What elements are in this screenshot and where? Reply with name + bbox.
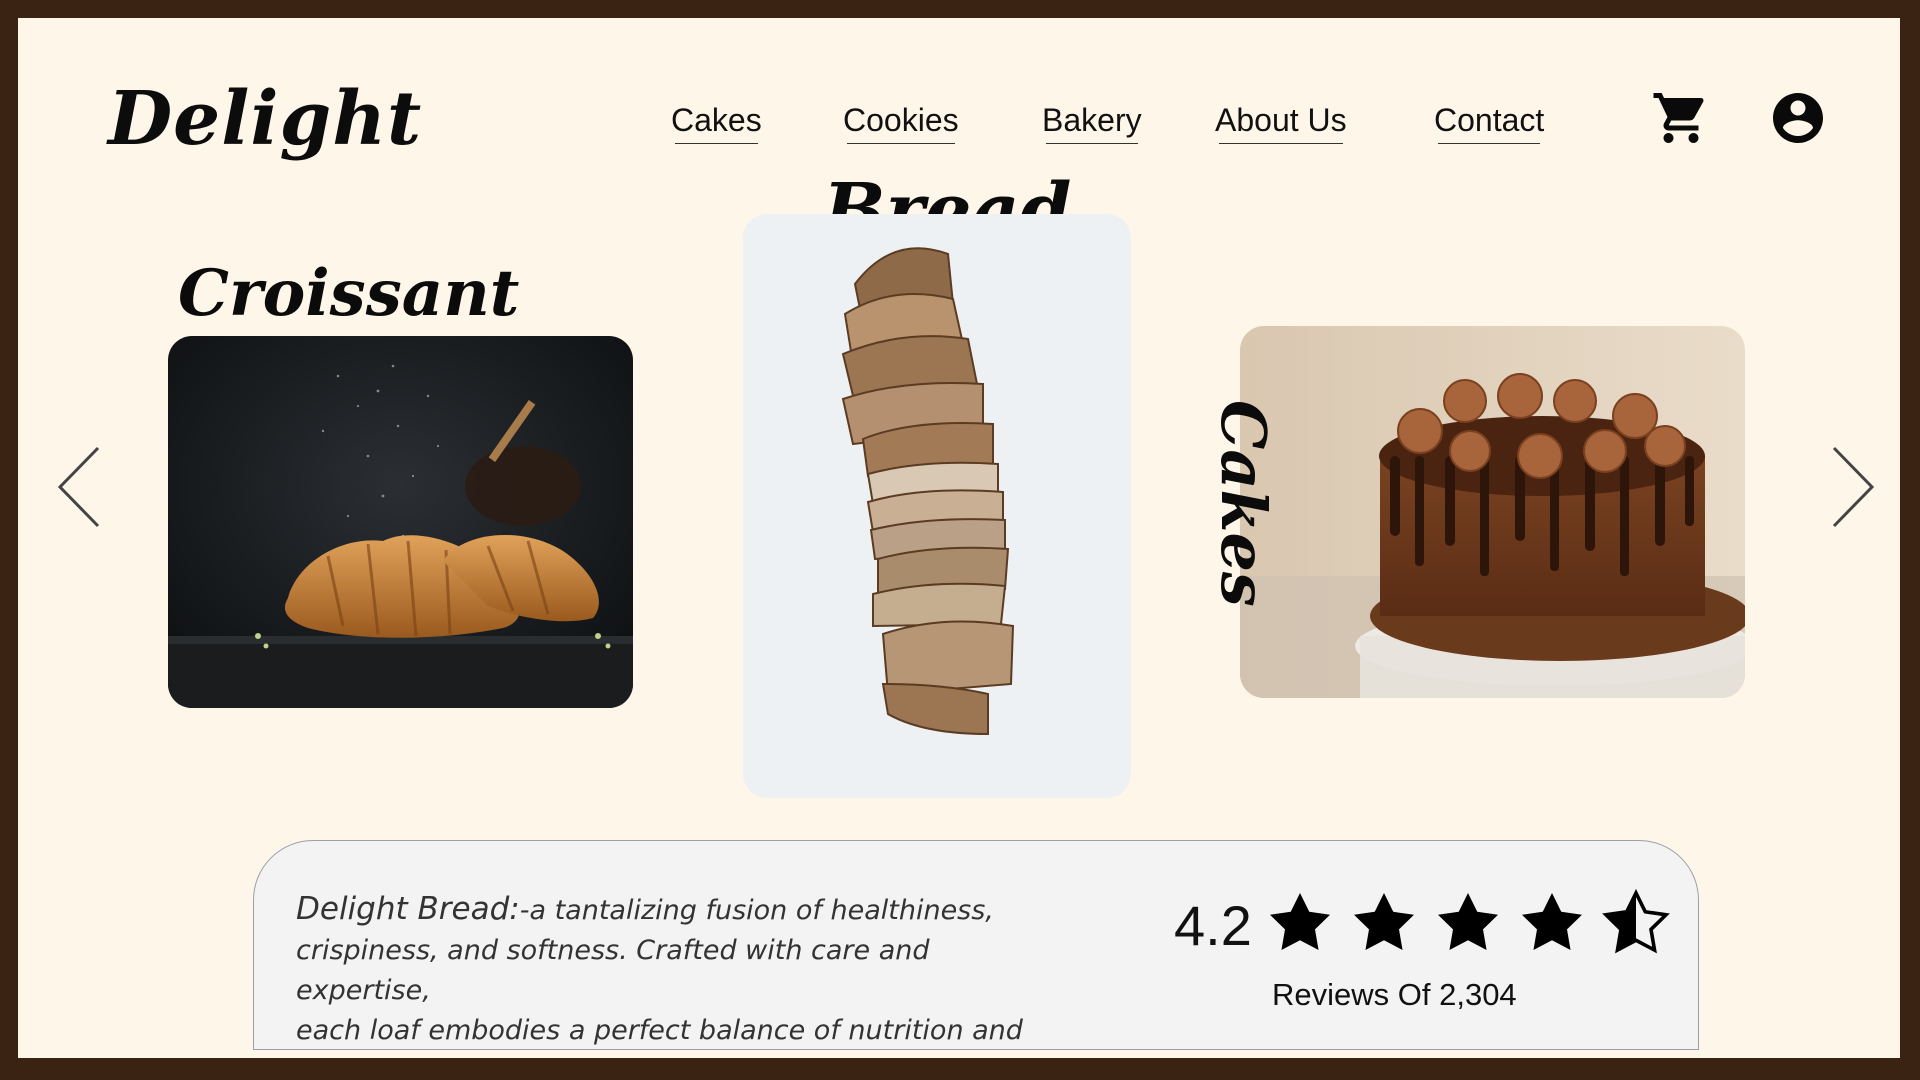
chevron-right-icon[interactable] [1820,442,1880,532]
nav-contact[interactable]: Contact [1434,102,1544,144]
rating-value: 4.2 [1174,894,1252,957]
bread-photo[interactable] [743,214,1131,798]
main-nav: Cakes Cookies Bakery About Us Contact [18,18,1900,158]
card-title-cakes: Cakes [1207,400,1280,607]
star-full-icon [1348,887,1420,959]
nav-cookies[interactable]: Cookies [843,102,959,144]
product-info-panel: Delight Bread:-a tantalizing fusion of h… [253,840,1699,1058]
star-full-icon [1432,887,1504,959]
star-half-icon [1600,887,1672,959]
chevron-left-icon[interactable] [52,442,112,532]
product-description: Delight Bread:-a tantalizing fusion of h… [296,889,1056,1058]
product-brand-label: Delight Bread: [296,891,520,927]
nav-bakery[interactable]: Bakery [1042,102,1142,144]
account-icon[interactable] [1768,88,1828,148]
reviews-count[interactable]: Reviews Of 2,304 [1272,977,1517,1013]
rating-stars [1264,887,1674,959]
star-full-icon [1264,887,1336,959]
nav-about-us[interactable]: About Us [1215,102,1347,144]
croissant-photo[interactable] [168,336,633,708]
star-full-icon [1516,887,1588,959]
cake-photo[interactable] [1240,326,1745,698]
nav-cakes[interactable]: Cakes [671,102,762,144]
cart-icon[interactable] [1651,88,1711,148]
card-title-croissant: Croissant [178,256,520,331]
window-frame: Delight Cakes Cookies Bakery About Us Co… [0,0,1920,1080]
landing-page: Delight Cakes Cookies Bakery About Us Co… [18,18,1900,1058]
